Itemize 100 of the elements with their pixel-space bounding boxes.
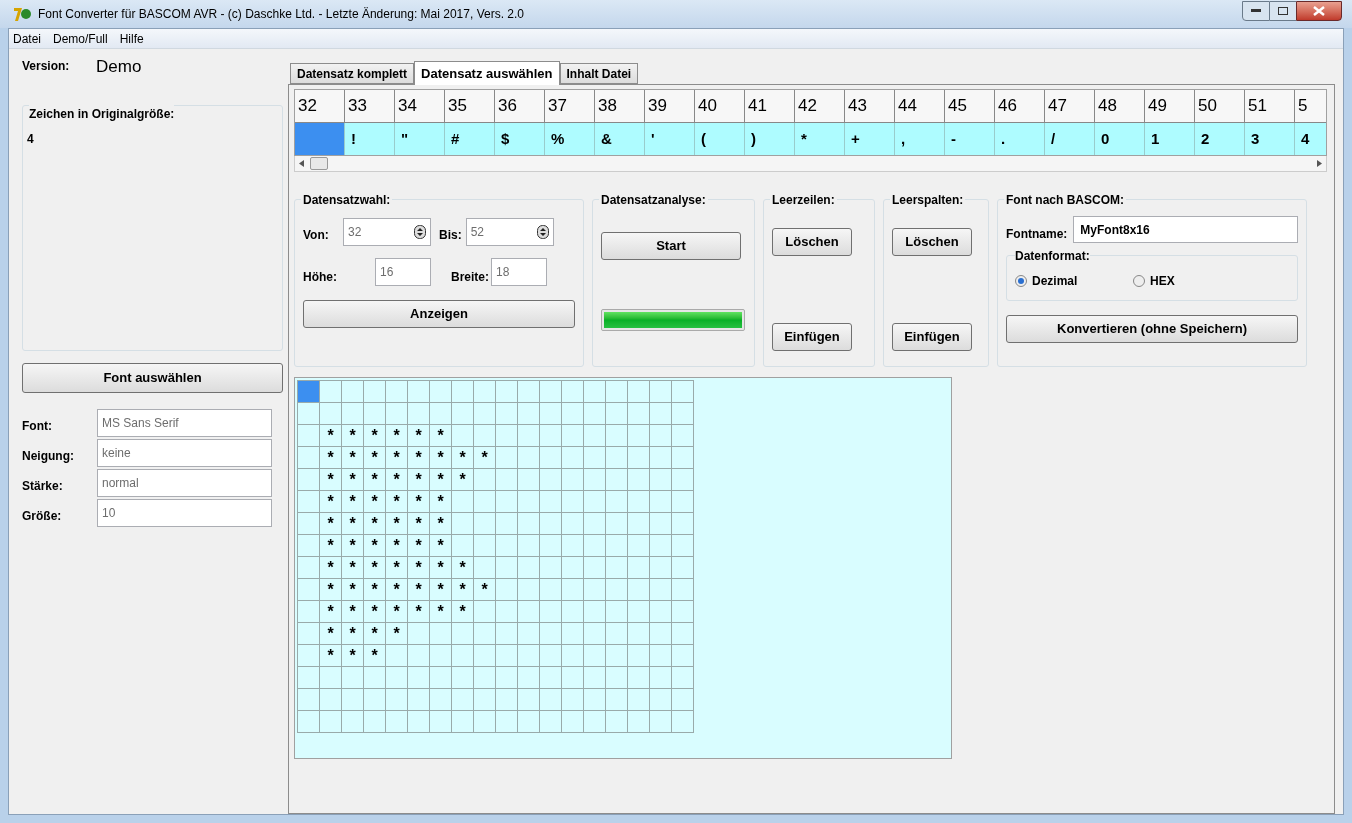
- pixel-cell[interactable]: [473, 600, 495, 622]
- pixel-cell[interactable]: [319, 666, 341, 688]
- pixel-cell[interactable]: *: [341, 578, 363, 600]
- table-cell[interactable]: 3: [1245, 123, 1295, 155]
- pixel-cell[interactable]: [649, 534, 671, 556]
- pixel-cell[interactable]: [429, 710, 451, 732]
- pixel-cell[interactable]: [495, 666, 517, 688]
- pixel-cell[interactable]: [539, 490, 561, 512]
- pixel-cell[interactable]: [627, 424, 649, 446]
- pixel-cell[interactable]: *: [319, 578, 341, 600]
- pixel-cell[interactable]: *: [451, 556, 473, 578]
- pixel-cell[interactable]: *: [407, 578, 429, 600]
- pixel-cell[interactable]: [451, 380, 473, 402]
- pixel-cell[interactable]: [495, 380, 517, 402]
- pixel-cell[interactable]: *: [363, 622, 385, 644]
- pixel-cell[interactable]: [649, 402, 671, 424]
- pixel-cell[interactable]: [319, 710, 341, 732]
- pixel-cell[interactable]: [605, 380, 627, 402]
- tab[interactable]: Datensatz auswählen: [414, 61, 560, 85]
- pixel-cell[interactable]: [627, 380, 649, 402]
- pixel-cell[interactable]: [407, 688, 429, 710]
- pixel-cell[interactable]: *: [429, 512, 451, 534]
- pixel-cell[interactable]: *: [319, 622, 341, 644]
- pixel-cell[interactable]: [605, 644, 627, 666]
- pixel-cell[interactable]: [385, 710, 407, 732]
- pixel-cell[interactable]: *: [429, 534, 451, 556]
- pixel-cell[interactable]: *: [451, 600, 473, 622]
- pixel-cell[interactable]: *: [407, 512, 429, 534]
- pixel-cell[interactable]: *: [429, 424, 451, 446]
- pixel-cell[interactable]: [539, 666, 561, 688]
- pixel-cell[interactable]: [605, 600, 627, 622]
- pixel-cell[interactable]: [297, 622, 319, 644]
- pixel-cell[interactable]: [605, 578, 627, 600]
- pixel-cell[interactable]: [539, 424, 561, 446]
- pixel-cell[interactable]: [649, 578, 671, 600]
- font-select-button[interactable]: Font auswählen: [22, 363, 283, 393]
- pixel-cell[interactable]: *: [429, 446, 451, 468]
- pixel-cell[interactable]: [583, 622, 605, 644]
- pixel-cell[interactable]: *: [451, 468, 473, 490]
- pixel-cell[interactable]: [605, 468, 627, 490]
- pixel-cell[interactable]: *: [363, 600, 385, 622]
- pixel-cell[interactable]: *: [385, 556, 407, 578]
- pixel-cell[interactable]: [561, 534, 583, 556]
- pixel-cell[interactable]: *: [363, 446, 385, 468]
- pixel-cell[interactable]: [451, 424, 473, 446]
- pixel-cell[interactable]: [605, 710, 627, 732]
- pixel-cell[interactable]: [385, 666, 407, 688]
- table-cell[interactable]: [295, 123, 345, 155]
- pixel-cell[interactable]: [473, 380, 495, 402]
- pixel-cell[interactable]: *: [341, 446, 363, 468]
- pixel-cell[interactable]: [297, 644, 319, 666]
- pixel-cell[interactable]: *: [429, 468, 451, 490]
- horizontal-scrollbar[interactable]: [294, 156, 1327, 172]
- pixel-cell[interactable]: [297, 556, 319, 578]
- pixel-cell[interactable]: [561, 600, 583, 622]
- pixel-cell[interactable]: *: [319, 644, 341, 666]
- pixel-cell[interactable]: [517, 402, 539, 424]
- pixel-cell[interactable]: [429, 402, 451, 424]
- pixel-cell[interactable]: [297, 600, 319, 622]
- pixel-cell[interactable]: [605, 490, 627, 512]
- pixel-cell[interactable]: [517, 468, 539, 490]
- pixel-cell[interactable]: [561, 490, 583, 512]
- table-cell[interactable]: ): [745, 123, 795, 155]
- pixel-cell[interactable]: [319, 402, 341, 424]
- pixel-cell[interactable]: [297, 424, 319, 446]
- pixel-cell[interactable]: [671, 424, 693, 446]
- pixel-cell[interactable]: [561, 644, 583, 666]
- pixel-cell[interactable]: *: [407, 534, 429, 556]
- insert-button[interactable]: Einfügen: [892, 323, 972, 351]
- pixel-cell[interactable]: [561, 424, 583, 446]
- pixel-cell[interactable]: *: [341, 600, 363, 622]
- table-cell[interactable]: %: [545, 123, 595, 155]
- table-cell[interactable]: 0: [1095, 123, 1145, 155]
- pixel-cell[interactable]: [517, 490, 539, 512]
- input-field[interactable]: MyFont8x16: [1073, 216, 1298, 243]
- pixel-cell[interactable]: [671, 490, 693, 512]
- pixel-cell[interactable]: [561, 512, 583, 534]
- pixel-cell[interactable]: *: [385, 468, 407, 490]
- pixel-cell[interactable]: [473, 710, 495, 732]
- pixel-cell[interactable]: [517, 534, 539, 556]
- pixel-cell[interactable]: [649, 644, 671, 666]
- pixel-cell[interactable]: [539, 556, 561, 578]
- pixel-cell[interactable]: [407, 710, 429, 732]
- table-cell[interactable]: &: [595, 123, 645, 155]
- pixel-cell[interactable]: [671, 446, 693, 468]
- pixel-cell[interactable]: [671, 380, 693, 402]
- pixel-cell[interactable]: [363, 380, 385, 402]
- pixel-cell[interactable]: [583, 534, 605, 556]
- pixel-cell[interactable]: [517, 644, 539, 666]
- table-cell[interactable]: $: [495, 123, 545, 155]
- pixel-cell[interactable]: [649, 468, 671, 490]
- pixel-cell[interactable]: [517, 666, 539, 688]
- pixel-cell[interactable]: [473, 622, 495, 644]
- pixel-cell[interactable]: [583, 666, 605, 688]
- pixel-cell[interactable]: [429, 688, 451, 710]
- scroll-thumb[interactable]: [310, 157, 328, 170]
- table-cell[interactable]: 4: [1295, 123, 1326, 155]
- pixel-cell[interactable]: [649, 710, 671, 732]
- pixel-cell[interactable]: *: [385, 512, 407, 534]
- pixel-cell[interactable]: [583, 402, 605, 424]
